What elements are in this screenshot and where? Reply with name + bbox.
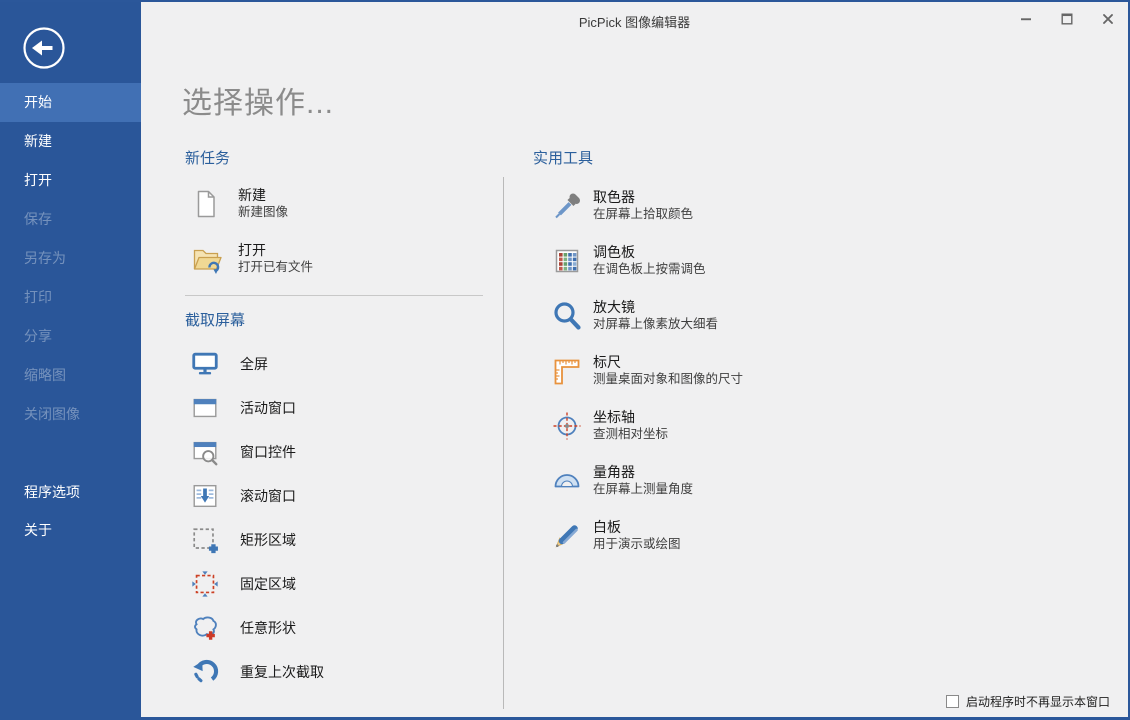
capture-scrolling-window[interactable]: 滚动窗口	[185, 481, 485, 511]
task-open-file[interactable]: 打开 打开已有文件	[185, 240, 485, 278]
utility-subtitle: 查测相对坐标	[593, 426, 668, 443]
magnifier-icon	[551, 300, 583, 332]
page-title: 选择操作...	[182, 78, 334, 122]
crosshair-icon	[551, 410, 583, 442]
freehand-region-icon	[190, 613, 220, 643]
utility-title: 白板	[593, 519, 681, 536]
utility-subtitle: 在调色板上按需调色	[593, 261, 706, 278]
capture-label: 活动窗口	[240, 398, 296, 418]
color-palette-icon	[551, 245, 583, 277]
sidebar-item-new[interactable]: 新建	[0, 122, 141, 161]
window-control-icon	[190, 437, 220, 467]
capture-label: 矩形区域	[240, 530, 296, 550]
section-header-new-tasks: 新任务	[185, 147, 485, 165]
utility-protractor[interactable]: 量角器 在屏幕上测量角度	[533, 462, 873, 499]
minimize-icon	[1020, 13, 1032, 25]
utility-title: 放大镜	[593, 299, 718, 316]
task-title: 新建	[238, 187, 288, 204]
protractor-icon	[551, 465, 583, 497]
dont-show-again-checkbox[interactable]	[946, 695, 959, 708]
scrolling-window-icon	[190, 481, 220, 511]
maximize-button[interactable]	[1057, 10, 1077, 28]
utility-title: 量角器	[593, 464, 693, 481]
close-button[interactable]	[1098, 10, 1118, 28]
utility-subtitle: 用于演示或绘图	[593, 536, 681, 553]
sidebar-item-start[interactable]: 开始	[0, 83, 141, 122]
left-column: 新任务 新建 新建图像 打开 打开已有文件 截取屏幕	[185, 147, 485, 701]
minimize-button[interactable]	[1016, 10, 1036, 28]
utility-subtitle: 在屏幕上测量角度	[593, 481, 693, 498]
window-title: PicPick 图像编辑器	[141, 12, 1128, 31]
utility-crosshair[interactable]: 坐标轴 查测相对坐标	[533, 407, 873, 444]
utility-color-palette[interactable]: 调色板 在调色板上按需调色	[533, 242, 873, 279]
utility-whiteboard[interactable]: 白板 用于演示或绘图	[533, 517, 873, 554]
sidebar-item-print: 打印	[0, 278, 141, 317]
title-bar: PicPick 图像编辑器	[141, 2, 1128, 36]
utility-title: 标尺	[593, 354, 743, 371]
sidebar-item-about[interactable]: 关于	[0, 511, 141, 550]
capture-label: 滚动窗口	[240, 486, 296, 506]
dont-show-again-option[interactable]: 启动程序时不再显示本窗口	[946, 693, 1110, 710]
task-subtitle: 打开已有文件	[238, 259, 313, 276]
capture-rectangle-region[interactable]: 矩形区域	[185, 525, 485, 555]
sidebar-item-save: 保存	[0, 200, 141, 239]
capture-fixed-region[interactable]: 固定区域	[185, 569, 485, 599]
dont-show-again-label: 启动程序时不再显示本窗口	[966, 693, 1110, 710]
capture-label: 全屏	[240, 354, 268, 374]
section-header-screen-capture: 截取屏幕	[185, 309, 485, 327]
task-new-image[interactable]: 新建 新建图像	[185, 185, 485, 223]
task-subtitle: 新建图像	[238, 204, 288, 221]
fullscreen-monitor-icon	[190, 349, 220, 379]
sidebar-item-share: 分享	[0, 317, 141, 356]
back-arrow-icon	[21, 25, 67, 71]
sidebar-item-options[interactable]: 程序选项	[0, 473, 141, 512]
open-folder-icon	[190, 243, 222, 275]
utility-subtitle: 在屏幕上拾取颜色	[593, 206, 693, 223]
fixed-region-icon	[190, 569, 220, 599]
utility-ruler[interactable]: 标尺 测量桌面对象和图像的尺寸	[533, 352, 873, 389]
capture-fullscreen[interactable]: 全屏	[185, 349, 485, 379]
utility-color-picker[interactable]: 取色器 在屏幕上拾取颜色	[533, 187, 873, 224]
sidebar-item-save-as: 另存为	[0, 239, 141, 278]
sidebar-item-close-image: 关闭图像	[0, 395, 141, 434]
sidebar-item-thumbnail: 缩略图	[0, 356, 141, 395]
capture-window-control[interactable]: 窗口控件	[185, 437, 485, 467]
whiteboard-pen-icon	[551, 520, 583, 552]
color-picker-icon	[551, 190, 583, 222]
capture-label: 任意形状	[240, 618, 296, 638]
sidebar: 开始 新建 打开 保存 另存为 打印 分享 缩略图 关闭图像 程序选项 关于	[0, 2, 141, 720]
utility-subtitle: 测量桌面对象和图像的尺寸	[593, 371, 743, 388]
rectangle-region-icon	[190, 525, 220, 555]
capture-label: 窗口控件	[240, 442, 296, 462]
repeat-capture-icon	[190, 657, 220, 687]
back-button[interactable]	[21, 25, 67, 71]
new-file-icon	[190, 188, 222, 220]
section-header-utilities: 实用工具	[533, 147, 873, 165]
capture-label: 固定区域	[240, 574, 296, 594]
utility-subtitle: 对屏幕上像素放大细看	[593, 316, 718, 333]
utility-title: 调色板	[593, 244, 706, 261]
capture-active-window[interactable]: 活动窗口	[185, 393, 485, 423]
maximize-icon	[1061, 13, 1073, 25]
ruler-icon	[551, 355, 583, 387]
capture-label: 重复上次截取	[240, 662, 324, 682]
column-divider	[503, 177, 504, 709]
utility-title: 取色器	[593, 189, 693, 206]
task-title: 打开	[238, 242, 313, 259]
utility-magnifier[interactable]: 放大镜 对屏幕上像素放大细看	[533, 297, 873, 334]
close-icon	[1102, 13, 1114, 25]
active-window-icon	[190, 393, 220, 423]
sidebar-item-open[interactable]: 打开	[0, 161, 141, 200]
section-divider	[185, 295, 483, 296]
capture-freehand[interactable]: 任意形状	[185, 613, 485, 643]
capture-repeat-last[interactable]: 重复上次截取	[185, 657, 485, 687]
utility-title: 坐标轴	[593, 409, 668, 426]
right-column: 实用工具 取色器 在屏幕上拾取颜色	[533, 147, 873, 572]
